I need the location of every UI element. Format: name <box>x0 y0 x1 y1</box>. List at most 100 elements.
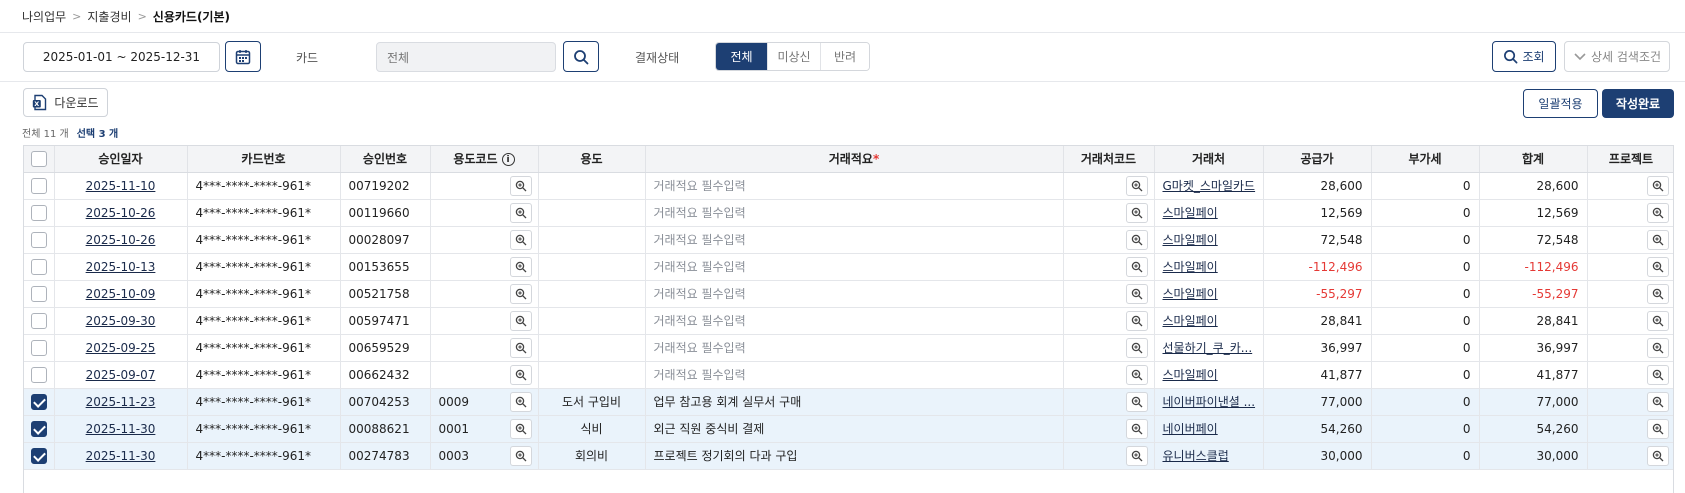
card-search-button[interactable] <box>563 41 599 72</box>
vendor-link[interactable]: 스마일페이 <box>1163 260 1218 274</box>
approval-date-link[interactable]: 2025-10-26 <box>86 206 156 220</box>
description-input[interactable]: 거래적요 필수입력 <box>645 172 1064 200</box>
table-row[interactable]: 2025-09-25 4***-****-****-961* 00659529 거래적… <box>24 334 1673 362</box>
table-row[interactable]: 2025-09-30 4***-****-****-961* 00597471 거래적… <box>24 307 1673 335</box>
breadcrumb-item-expenses[interactable]: 지출경비 <box>87 8 131 25</box>
vendor-link[interactable]: G마켓_스마일카드 <box>1163 179 1256 193</box>
description-cell[interactable]: 외근 직원 중식비 결제 <box>645 415 1064 443</box>
header-card-number[interactable]: 카드번호 <box>187 146 341 173</box>
approval-date-link[interactable]: 2025-09-07 <box>86 368 156 382</box>
header-vat[interactable]: 부가세 <box>1371 146 1480 173</box>
table-row[interactable]: 2025-11-23 4***-****-****-961* 00704253 000… <box>24 388 1673 416</box>
project-lookup-button[interactable] <box>1646 229 1669 250</box>
usage-code-lookup-button[interactable] <box>509 229 532 250</box>
vendor-code-lookup-button[interactable] <box>1125 310 1148 331</box>
header-project[interactable]: 프로젝트 <box>1587 146 1673 173</box>
project-lookup-button[interactable] <box>1646 310 1669 331</box>
project-lookup-button[interactable] <box>1646 418 1669 439</box>
row-checkbox[interactable] <box>30 204 47 221</box>
table-row[interactable]: 2025-11-30 4***-****-****-961* 00274783 000… <box>24 442 1673 470</box>
vendor-link[interactable]: 스마일페이 <box>1163 368 1218 382</box>
project-lookup-button[interactable] <box>1646 445 1669 466</box>
vendor-code-lookup-button[interactable] <box>1125 337 1148 358</box>
vendor-link[interactable]: 스마일페이 <box>1163 287 1218 301</box>
description-cell[interactable]: 업무 참고용 회계 실무서 구매 <box>645 388 1064 416</box>
vendor-code-lookup-button[interactable] <box>1125 445 1148 466</box>
header-description[interactable]: 거래적요* <box>645 146 1064 173</box>
download-button[interactable]: X 다운로드 <box>23 88 108 117</box>
vendor-code-lookup-button[interactable] <box>1125 175 1148 196</box>
vendor-link[interactable]: 네이버파이낸셜 ... <box>1163 395 1256 409</box>
description-input[interactable]: 거래적요 필수입력 <box>645 280 1064 308</box>
approval-date-link[interactable]: 2025-11-30 <box>86 422 156 436</box>
project-lookup-button[interactable] <box>1646 283 1669 304</box>
description-input[interactable]: 거래적요 필수입력 <box>645 199 1064 227</box>
table-row[interactable]: 2025-10-09 4***-****-****-961* 00521758 거래적… <box>24 280 1673 308</box>
usage-code-lookup-button[interactable] <box>509 391 532 412</box>
header-approval-date[interactable]: 승인일자 <box>54 146 188 173</box>
row-checkbox[interactable] <box>30 177 47 194</box>
complete-button[interactable]: 작성완료 <box>1602 89 1674 118</box>
description-input[interactable]: 거래적요 필수입력 <box>645 307 1064 335</box>
row-checkbox[interactable] <box>30 231 47 248</box>
header-vendor-code[interactable]: 거래처코드 <box>1063 146 1155 173</box>
usage-code-lookup-button[interactable] <box>509 283 532 304</box>
vendor-link[interactable]: 스마일페이 <box>1163 314 1218 328</box>
vendor-link[interactable]: 스마일페이 <box>1163 206 1218 220</box>
approval-date-link[interactable]: 2025-10-09 <box>86 287 156 301</box>
table-row[interactable]: 2025-10-13 4***-****-****-961* 00153655 거래적… <box>24 253 1673 281</box>
table-row[interactable]: 2025-11-30 4***-****-****-961* 00088621 000… <box>24 415 1673 443</box>
vendor-link[interactable]: 스마일페이 <box>1163 233 1218 247</box>
usage-code-lookup-button[interactable] <box>509 418 532 439</box>
approval-date-link[interactable]: 2025-09-25 <box>86 341 156 355</box>
detail-search-button[interactable]: 상세 검색조건 <box>1564 41 1670 72</box>
breadcrumb-item-my-work[interactable]: 나의업무 <box>22 8 66 25</box>
description-input[interactable]: 거래적요 필수입력 <box>645 361 1064 389</box>
header-supply[interactable]: 공급가 <box>1263 146 1372 173</box>
table-row[interactable]: 2025-09-07 4***-****-****-961* 00662432 거래적… <box>24 361 1673 389</box>
usage-code-lookup-button[interactable] <box>509 202 532 223</box>
header-vendor[interactable]: 거래처 <box>1154 146 1264 173</box>
approval-date-link[interactable]: 2025-11-10 <box>86 179 156 193</box>
usage-code-lookup-button[interactable] <box>509 256 532 277</box>
row-checkbox[interactable] <box>30 420 47 437</box>
project-lookup-button[interactable] <box>1646 175 1669 196</box>
vendor-link[interactable]: 유니버스클럽 <box>1163 449 1229 463</box>
row-checkbox[interactable] <box>30 366 47 383</box>
vendor-code-lookup-button[interactable] <box>1125 283 1148 304</box>
status-option-all[interactable]: 전체 <box>716 43 767 70</box>
project-lookup-button[interactable] <box>1646 391 1669 412</box>
row-checkbox[interactable] <box>30 339 47 356</box>
header-usage[interactable]: 용도 <box>538 146 646 173</box>
approval-date-link[interactable]: 2025-11-23 <box>86 395 156 409</box>
vendor-code-lookup-button[interactable] <box>1125 229 1148 250</box>
status-option-unsubmitted[interactable]: 미상신 <box>767 43 820 70</box>
select-all-checkbox[interactable] <box>30 150 47 167</box>
usage-code-lookup-button[interactable] <box>509 445 532 466</box>
calendar-button[interactable] <box>225 41 261 72</box>
vendor-link[interactable]: 네이버페이 <box>1163 422 1218 436</box>
description-input[interactable]: 거래적요 필수입력 <box>645 334 1064 362</box>
status-option-rejected[interactable]: 반려 <box>820 43 869 70</box>
project-lookup-button[interactable] <box>1646 364 1669 385</box>
vendor-code-lookup-button[interactable] <box>1125 418 1148 439</box>
table-row[interactable]: 2025-11-10 4***-****-****-961* 00719202 거래적… <box>24 172 1673 200</box>
query-button[interactable]: 조회 <box>1492 41 1556 72</box>
header-usage-code[interactable]: 용도코드 i <box>430 146 539 173</box>
table-row[interactable]: 2025-10-26 4***-****-****-961* 00119660 거래적… <box>24 199 1673 227</box>
description-input[interactable]: 거래적요 필수입력 <box>645 226 1064 254</box>
description-cell[interactable]: 프로젝트 정기회의 다과 구입 <box>645 442 1064 470</box>
approval-date-link[interactable]: 2025-09-30 <box>86 314 156 328</box>
vendor-code-lookup-button[interactable] <box>1125 391 1148 412</box>
project-lookup-button[interactable] <box>1646 202 1669 223</box>
usage-code-lookup-button[interactable] <box>509 364 532 385</box>
row-checkbox[interactable] <box>30 393 47 410</box>
row-checkbox[interactable] <box>30 285 47 302</box>
approval-date-link[interactable]: 2025-10-26 <box>86 233 156 247</box>
table-row[interactable]: 2025-10-26 4***-****-****-961* 00028097 거래적… <box>24 226 1673 254</box>
usage-code-lookup-button[interactable] <box>509 337 532 358</box>
vendor-link[interactable]: 선물하기_쿠_카... <box>1163 341 1253 355</box>
info-icon[interactable]: i <box>501 153 515 167</box>
header-approval-number[interactable]: 승인번호 <box>340 146 431 173</box>
project-lookup-button[interactable] <box>1646 256 1669 277</box>
